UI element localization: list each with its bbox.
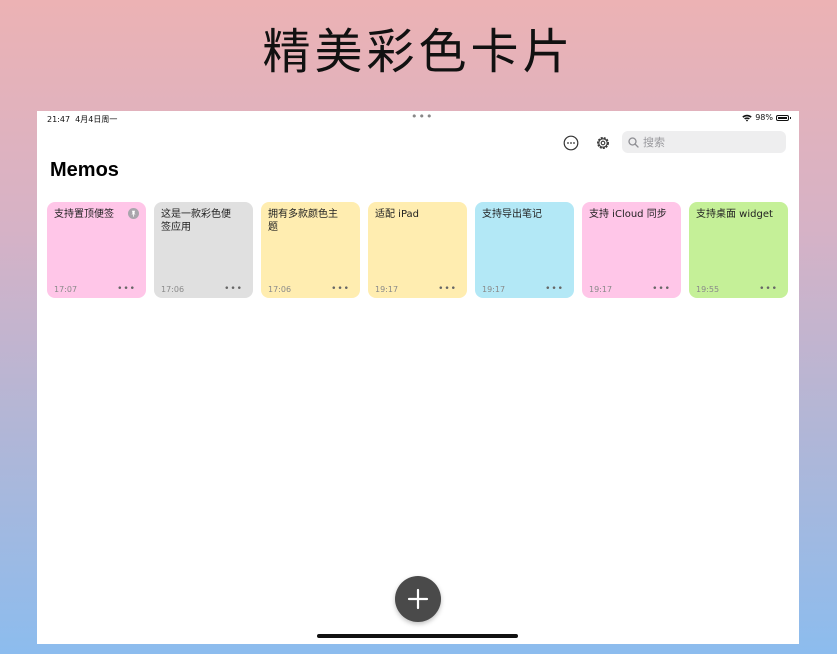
- memo-card-text: 适配 iPad: [375, 209, 420, 220]
- wifi-icon: [742, 114, 752, 122]
- status-bar: 21:47 4月4日周一 ••• 98%: [37, 111, 799, 127]
- search-bar[interactable]: [622, 131, 786, 153]
- add-memo-button[interactable]: [395, 576, 441, 622]
- memo-card-time: 19:17: [375, 285, 399, 294]
- memo-card-text: 支持置顶便签: [54, 209, 114, 220]
- memo-card-text: 支持 iCloud 同步: [589, 209, 667, 220]
- memo-card[interactable]: 支持 iCloud 同步 19:17 •••: [582, 202, 681, 298]
- settings-button[interactable]: [593, 133, 613, 153]
- memo-card-text: 支持导出笔记: [482, 209, 542, 220]
- memo-card-time: 17:06: [268, 285, 292, 294]
- ipad-screen: 21:47 4月4日周一 ••• 98% 搜索 Memos 支持置顶便签 17:…: [37, 111, 799, 644]
- memo-card-time: 19:55: [696, 285, 720, 294]
- memo-card-more-button[interactable]: •••: [117, 285, 136, 294]
- gear-icon: [597, 137, 609, 149]
- multitasking-dots[interactable]: •••: [411, 111, 433, 122]
- memo-card-more-button[interactable]: •••: [224, 285, 243, 294]
- memo-card[interactable]: 这是一款彩色便签应用 17:06 •••: [154, 202, 253, 298]
- page-title: Memos: [50, 159, 119, 181]
- pin-icon: [128, 208, 139, 219]
- ellipsis-circle-icon: [563, 135, 579, 151]
- memo-card-text: 拥有多款颜色主题: [268, 209, 338, 233]
- memo-card-more-button[interactable]: •••: [438, 285, 457, 294]
- memo-card-text: 支持桌面 widget: [696, 209, 773, 220]
- memo-card-more-button[interactable]: •••: [545, 285, 564, 294]
- status-time: 21:47: [47, 115, 71, 124]
- memo-card-more-button[interactable]: •••: [331, 285, 350, 294]
- memo-card-time: 17:06: [161, 285, 185, 294]
- memo-card-more-button[interactable]: •••: [759, 285, 778, 294]
- memo-card[interactable]: 适配 iPad 19:17 •••: [368, 202, 467, 298]
- plus-icon: [407, 588, 429, 610]
- status-right-group: 98%: [742, 113, 791, 122]
- memo-card[interactable]: 支持桌面 widget 19:55 •••: [689, 202, 788, 298]
- status-date: 4月4日周一: [75, 115, 118, 124]
- promo-headline: 精美彩色卡片: [262, 24, 575, 80]
- memo-card[interactable]: 拥有多款颜色主题 17:06 •••: [261, 202, 360, 298]
- search-input[interactable]: [643, 135, 773, 149]
- battery-icon: [776, 114, 791, 121]
- memo-card-more-button[interactable]: •••: [652, 285, 671, 294]
- memo-card[interactable]: 支持置顶便签 17:07 •••: [47, 202, 146, 298]
- memo-card[interactable]: 支持导出笔记 19:17 •••: [475, 202, 574, 298]
- memo-card-time: 19:17: [482, 285, 506, 294]
- home-indicator[interactable]: [317, 634, 518, 638]
- memo-card-text: 这是一款彩色便签应用: [161, 209, 231, 233]
- battery-fill: [778, 116, 787, 119]
- memo-card-time: 19:17: [589, 285, 613, 294]
- more-options-button[interactable]: [561, 133, 581, 153]
- battery-percent: 98%: [755, 113, 773, 122]
- search-icon: [628, 136, 639, 148]
- status-time-date: 21:47 4月4日周一: [47, 114, 117, 125]
- memo-card-time: 17:07: [54, 285, 78, 294]
